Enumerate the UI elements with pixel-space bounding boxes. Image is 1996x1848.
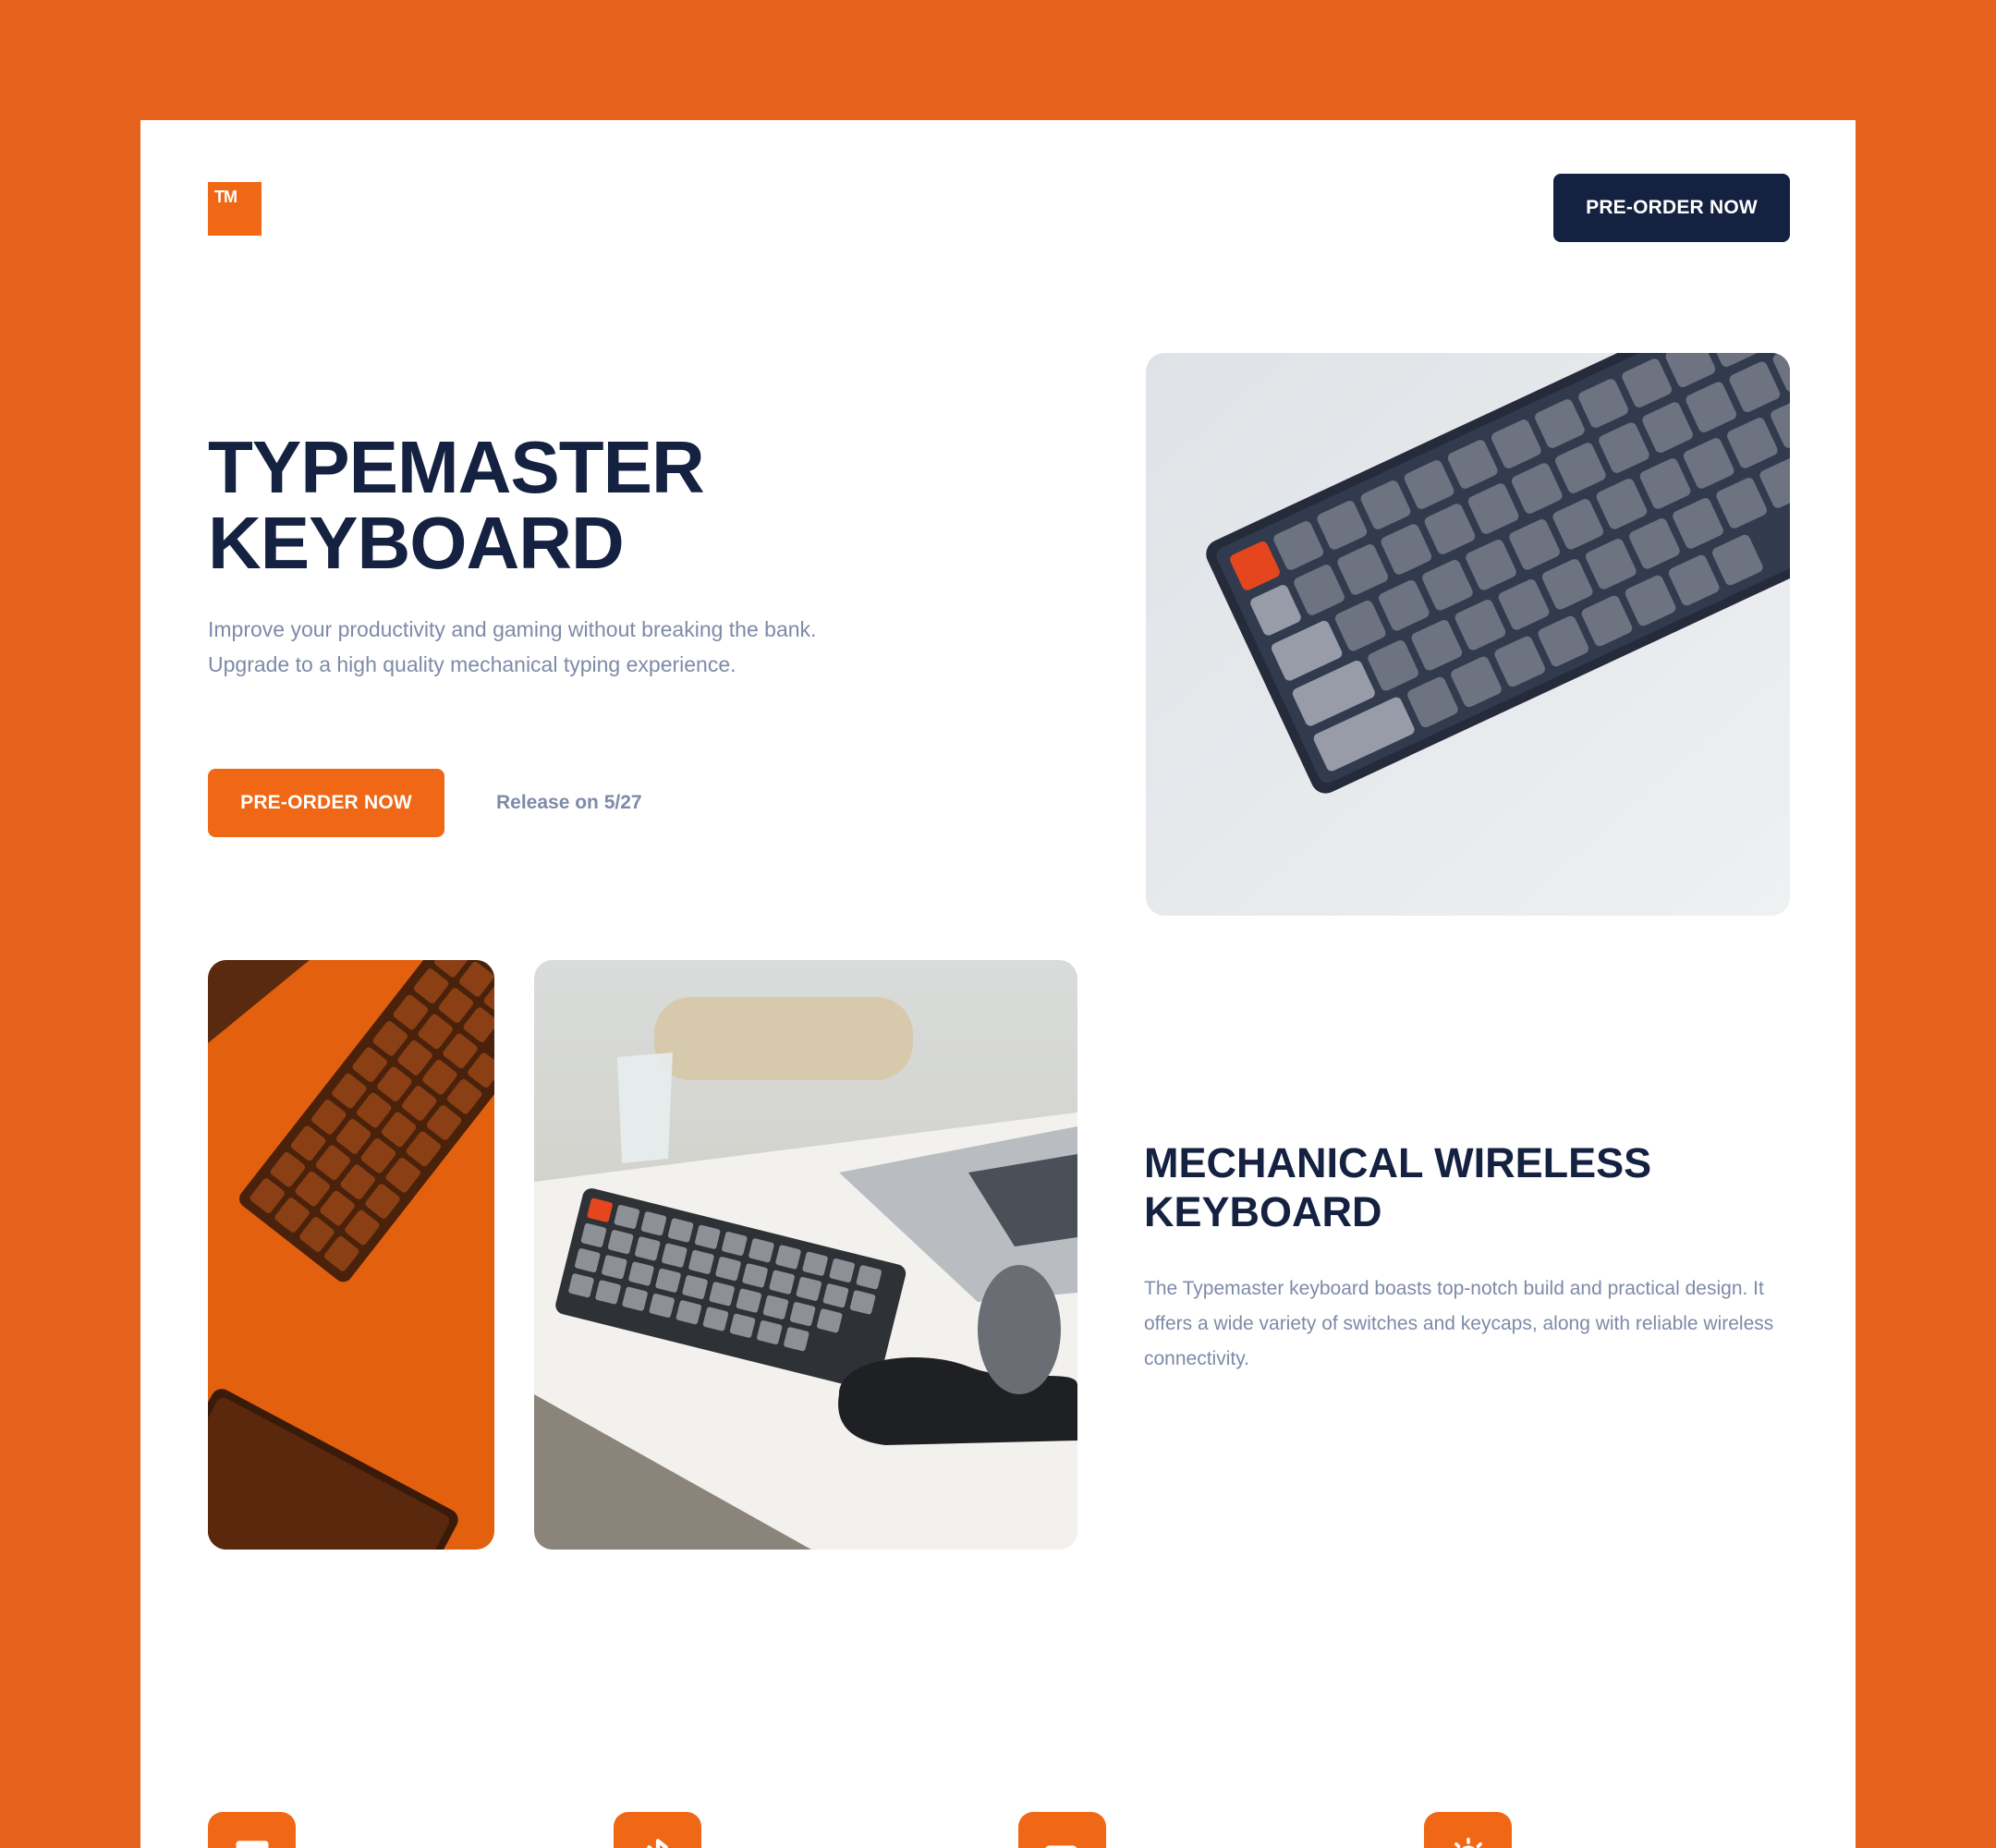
feature-section-title: MECHANICAL WIRELESS KEYBOARD — [1144, 1138, 1772, 1236]
feature-title-line2: KEYBOARD — [1144, 1188, 1382, 1235]
nav-preorder-button[interactable]: PRE-ORDER NOW — [1553, 174, 1790, 242]
feature-section-description: The Typemaster keyboard boasts top-notch… — [1144, 1278, 1774, 1369]
orange-keyboard-image — [208, 960, 494, 1550]
lightbulb-icon — [1454, 1837, 1482, 1848]
battery-icon — [1044, 1845, 1077, 1848]
feature-battery — [1018, 1812, 1106, 1848]
bluetooth-icon — [646, 1839, 668, 1848]
desk-setup-image — [534, 960, 1077, 1550]
monitor-icon — [236, 1841, 268, 1848]
hero-description: Improve your productivity and gaming wit… — [208, 617, 817, 676]
hero-title-line1: TYPEMASTER — [208, 426, 705, 508]
hero-keyboard-image — [1146, 353, 1790, 916]
feature-bluetooth — [614, 1812, 701, 1848]
hero-title-line2: KEYBOARD — [208, 502, 625, 584]
page-card: TM PRE-ORDER NOW TYPEMASTER KEYBOARD Imp… — [140, 120, 1856, 1848]
feature-title-line1: MECHANICAL WIRELESS — [1144, 1139, 1652, 1186]
feature-lightbulb — [1424, 1812, 1512, 1848]
release-date-text: Release on 5/27 — [496, 792, 642, 813]
brand-logo[interactable]: TM — [208, 182, 262, 236]
feature-monitor — [208, 1812, 296, 1848]
hero-preorder-button[interactable]: PRE-ORDER NOW — [208, 769, 444, 837]
hero-title: TYPEMASTER KEYBOARD — [208, 430, 910, 581]
